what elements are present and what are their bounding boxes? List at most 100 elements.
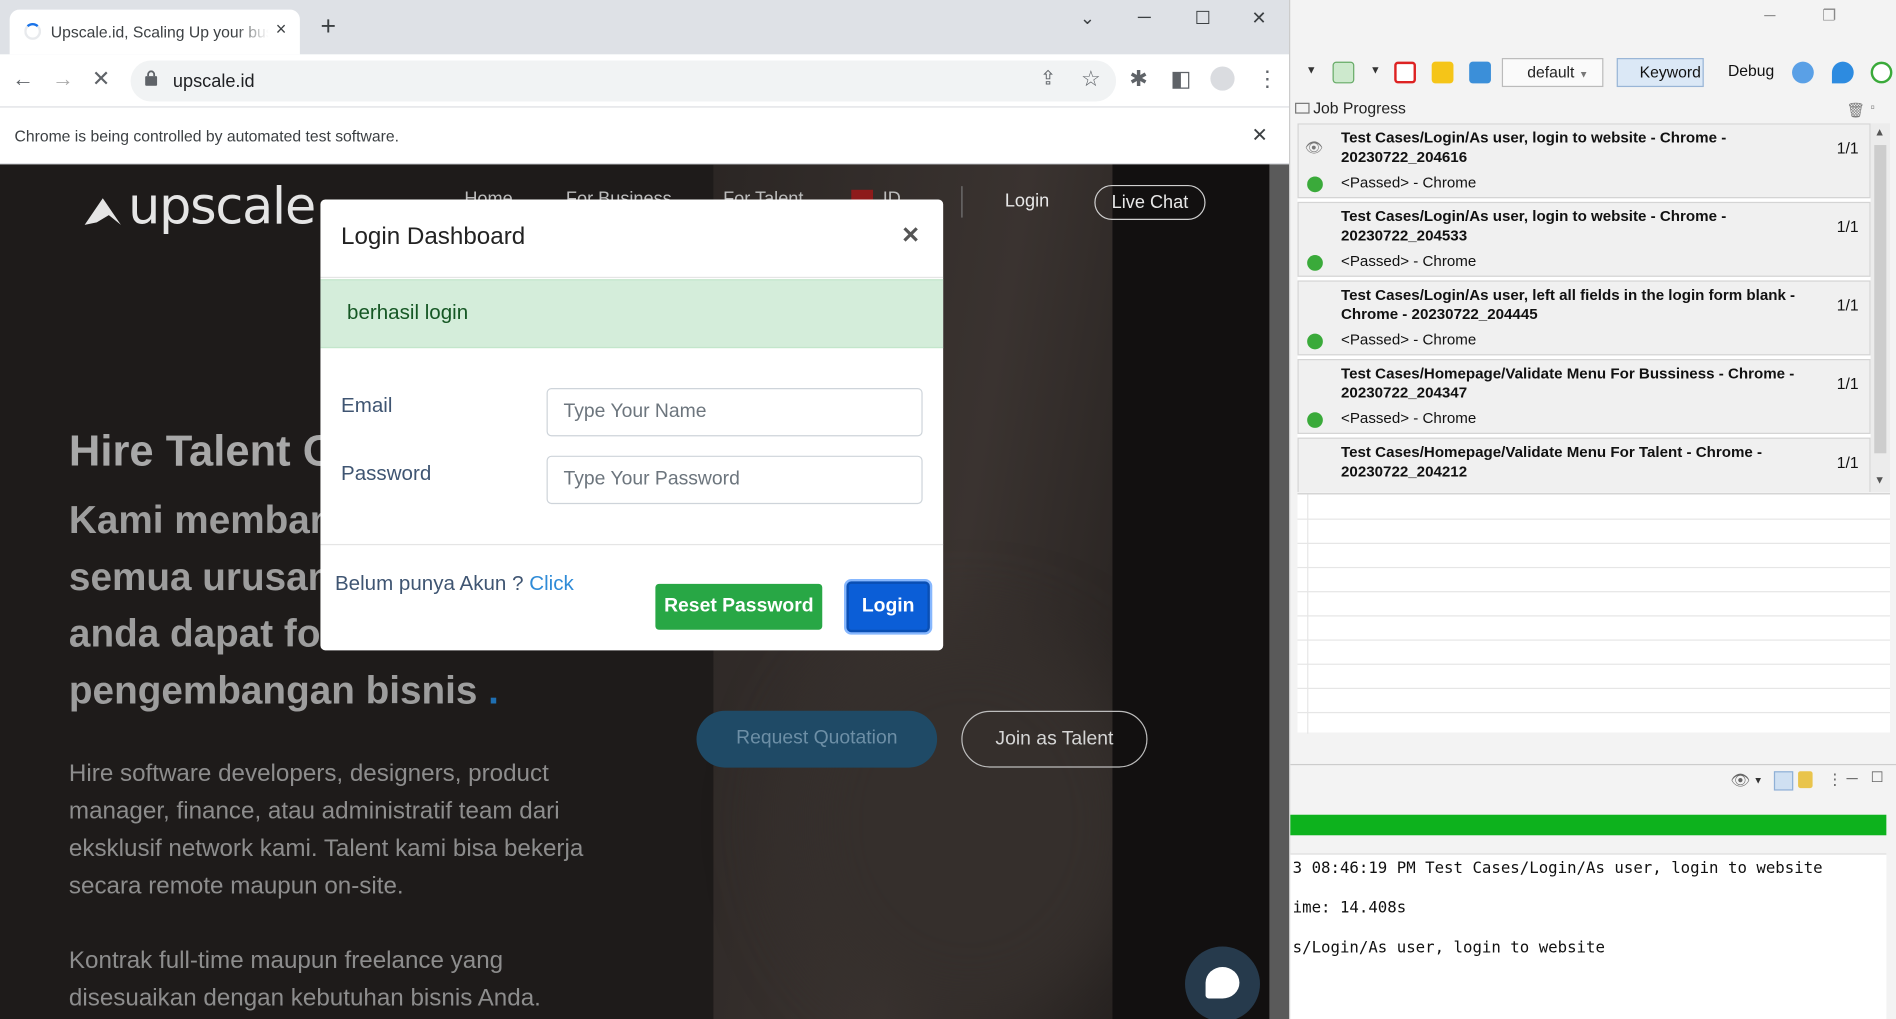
passed-check-icon xyxy=(1307,255,1323,271)
run-debug-icon[interactable] xyxy=(1332,61,1355,84)
logo-text: upscale xyxy=(128,176,316,236)
execution-progress-bar xyxy=(1290,814,1887,836)
signup-link[interactable]: Click xyxy=(529,572,574,595)
email-label: Email xyxy=(340,394,393,418)
job-list-scrollbar[interactable]: ▲ ▼ xyxy=(1870,123,1890,492)
grid-column-line xyxy=(1307,494,1309,734)
password-input[interactable] xyxy=(546,455,923,505)
signup-prompt: Belum punya Akun ? Click xyxy=(335,572,574,596)
job-item[interactable]: Test Cases/Login/As user, login to websi… xyxy=(1297,201,1871,277)
nav-login-link[interactable]: Login xyxy=(1005,191,1049,212)
scroll-down-icon[interactable]: ▼ xyxy=(1874,474,1885,486)
forward-icon[interactable]: → xyxy=(52,66,74,90)
tab-title: Upscale.id, Scaling Up your business xyxy=(50,22,269,42)
request-quotation-button[interactable]: Request Quotation xyxy=(696,710,938,768)
job-item[interactable]: Test Cases/Homepage/Validate Menu For Bu… xyxy=(1297,359,1871,434)
join-as-talent-button[interactable]: Join as Talent xyxy=(961,710,1148,768)
maximize-button[interactable]: ☐ xyxy=(1195,7,1211,29)
browser-tab[interactable]: Upscale.id, Scaling Up your business × xyxy=(9,9,300,55)
passed-check-icon xyxy=(1307,333,1323,350)
job-status: <Passed> - Chrome xyxy=(1341,409,1477,427)
view-menu-icon[interactable]: ⋮ xyxy=(1827,770,1843,789)
help-icon[interactable] xyxy=(1792,61,1814,84)
chat-bubble-icon xyxy=(1205,967,1240,999)
loading-spinner-icon xyxy=(24,22,42,40)
execution-profile-value: default xyxy=(1527,62,1575,81)
dropdown-caret-icon[interactable]: ▼ xyxy=(1306,64,1317,76)
side-panel-icon[interactable]: ◧ xyxy=(1171,66,1192,90)
job-name: Test Cases/Login/As user, login to websi… xyxy=(1341,207,1727,245)
tab-close-button[interactable]: × xyxy=(276,19,287,40)
katalon-restore-button[interactable]: ❐ xyxy=(1822,6,1836,25)
job-progress-tab-icon xyxy=(1295,102,1310,114)
grid-row-line xyxy=(1297,518,1890,520)
automation-infobar: Chrome is being controlled by automated … xyxy=(0,107,1290,165)
chat-widget-button[interactable] xyxy=(1185,946,1260,1019)
debug-perspective-button[interactable]: Debug xyxy=(1711,62,1774,80)
address-bar[interactable]: upscale.id ⇪ ☆ xyxy=(130,60,1117,102)
reset-password-button[interactable]: Reset Password xyxy=(655,583,823,630)
scrollbar-thumb[interactable] xyxy=(1874,145,1887,454)
extensions-icon[interactable]: ✱ xyxy=(1129,66,1147,90)
grid-row-line xyxy=(1297,566,1890,569)
record-web-icon[interactable] xyxy=(1431,61,1454,84)
hero-title: Hire Talent O xyxy=(68,425,337,476)
grid-row-line xyxy=(1297,711,1890,714)
console-line: s/Login/As user, login to website xyxy=(1292,939,1605,958)
maximize-view-icon[interactable]: ☐ xyxy=(1871,769,1884,786)
site-logo[interactable]: upscale xyxy=(82,176,316,236)
katalon-toolbar: ▼ ▼ default ▼ Keyword Debug xyxy=(1290,54,1896,90)
dropdown-caret-icon[interactable]: ▼ xyxy=(1753,775,1763,786)
email-input[interactable] xyxy=(546,388,923,437)
katalon-minimize-button[interactable]: ─ xyxy=(1764,6,1775,24)
modal-close-button[interactable]: × xyxy=(902,219,919,253)
live-chat-button[interactable]: Live Chat xyxy=(1094,184,1206,221)
job-item[interactable]: 👁 Test Cases/Login/As user, login to web… xyxy=(1297,123,1871,199)
scroll-lock-icon[interactable] xyxy=(1798,771,1813,789)
job-progress-header: Job Progress xyxy=(1295,99,1406,123)
job-count: 1/1 xyxy=(1836,453,1859,472)
view-job-icon[interactable]: 👁 xyxy=(1305,139,1323,156)
url-text: upscale.id xyxy=(172,71,255,92)
minimize-view-icon[interactable]: ─ xyxy=(1846,769,1857,787)
more-menu-icon[interactable]: ⋮ xyxy=(1256,66,1278,90)
notification-icon[interactable] xyxy=(1831,61,1854,84)
grid-row-line xyxy=(1297,663,1890,665)
hero-paragraph-line: Hire software developers, designers, pro… xyxy=(68,760,549,787)
grid-row-line xyxy=(1297,639,1890,641)
minimize-button[interactable]: ─ xyxy=(1138,7,1151,28)
job-item[interactable]: Test Cases/Login/As user, left all field… xyxy=(1297,280,1871,356)
layout-toggle-icon[interactable] xyxy=(1773,771,1794,791)
passed-check-icon xyxy=(1307,176,1323,193)
keyword-perspective-button[interactable]: Keyword xyxy=(1616,58,1704,88)
hero-paragraph-line: disesuaikan dengan kebutuhan bisnis Anda… xyxy=(68,985,541,1012)
dropdown-caret-icon[interactable]: ▼ xyxy=(1370,64,1381,76)
window-close-button[interactable]: ✕ xyxy=(1252,7,1267,29)
upscale-logo-icon xyxy=(84,197,121,225)
job-item[interactable]: Test Cases/Homepage/Validate Menu For Ta… xyxy=(1297,437,1871,492)
page-scrollbar[interactable] xyxy=(1269,164,1290,1019)
infobar-close-button[interactable]: ✕ xyxy=(1252,123,1268,147)
execution-profile-select[interactable]: default ▼ xyxy=(1501,58,1604,88)
job-count: 1/1 xyxy=(1836,296,1859,315)
back-icon[interactable]: ← xyxy=(12,66,34,90)
password-label: Password xyxy=(340,461,432,485)
scroll-up-icon[interactable]: ▲ xyxy=(1874,126,1885,138)
account-icon[interactable] xyxy=(1870,61,1893,84)
tab-search-icon[interactable]: ⌄ xyxy=(1080,7,1095,29)
login-button[interactable]: Login xyxy=(846,581,930,633)
login-modal: Login Dashboard × berhasil login Email P… xyxy=(320,199,944,651)
spy-object-icon[interactable] xyxy=(1469,61,1491,84)
stop-icon[interactable] xyxy=(1394,61,1416,84)
chrome-window: Upscale.id, Scaling Up your business × +… xyxy=(0,0,1290,1019)
stop-loading-icon[interactable]: ✕ xyxy=(92,66,110,90)
minimize-view-icon[interactable]: ▫ xyxy=(1871,102,1875,115)
clear-jobs-icon[interactable]: 🗑 xyxy=(1846,102,1864,119)
console-log: 3 08:46:19 PM Test Cases/Login/As user, … xyxy=(1290,853,1887,1019)
new-tab-button[interactable]: + xyxy=(320,13,336,40)
bookmark-star-icon[interactable]: ☆ xyxy=(1081,66,1101,90)
share-icon[interactable]: ⇪ xyxy=(1040,68,1056,92)
profile-avatar-icon[interactable] xyxy=(1210,66,1235,91)
watch-icon[interactable]: 👁 xyxy=(1730,771,1750,790)
passed-check-icon xyxy=(1307,412,1323,428)
